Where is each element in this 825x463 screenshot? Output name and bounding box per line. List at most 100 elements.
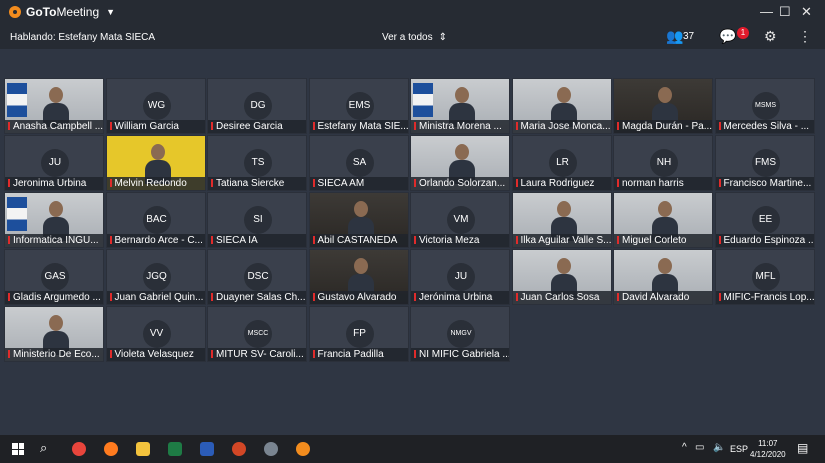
participant-tile[interactable]: JU Jerónima Urbina — [410, 249, 510, 305]
participant-tile[interactable]: Orlando Solorzan... — [410, 135, 510, 191]
participant-tile[interactable]: NH norman harris — [613, 135, 713, 191]
participant-tile[interactable]: GAS Gladis Argumedo ... — [4, 249, 104, 305]
windows-start-icon[interactable] — [12, 443, 24, 455]
participant-avatar: VV — [142, 320, 171, 348]
participant-name: Informatica INGU... — [5, 234, 103, 247]
participant-tile[interactable]: David Alvarado — [613, 249, 713, 305]
participant-name: Francia Padilla — [309, 348, 408, 361]
system-clock[interactable]: 11:07 4/12/2020 — [750, 438, 786, 460]
participant-tile[interactable]: EE Eduardo Espinoza ... — [714, 192, 815, 248]
participant-name: Francisco Martine... — [715, 177, 814, 190]
chat-icon[interactable]: 💬 — [719, 28, 736, 45]
participant-tile[interactable]: EMS Estefany Mata SIE... — [308, 78, 409, 134]
participant-tile[interactable]: Ilka Aguilar Valle S... — [511, 192, 612, 248]
participant-tile[interactable]: NMGV NI MIFIC Gabriela ... — [410, 306, 510, 362]
view-all-button[interactable]: Ver a todos ⇕ — [382, 32, 447, 43]
participant-tile[interactable]: DSC Duayner Salas Ch... — [207, 249, 307, 305]
notifications-icon[interactable]: ▤ — [797, 441, 808, 455]
participant-name: Desiree Garcia — [208, 120, 306, 133]
participant-name: Ilka Aguilar Valle S... — [512, 234, 611, 247]
participant-tile[interactable]: JU Jeronima Urbina — [4, 135, 104, 191]
volume-icon[interactable]: 🔈 — [713, 442, 725, 453]
participant-tile[interactable]: DG Desiree Garcia — [207, 78, 307, 134]
participant-tile[interactable]: MSCC MITUR SV- Caroli... — [207, 306, 307, 362]
participant-name: Orlando Solorzan... — [411, 177, 509, 190]
search-icon[interactable]: ⌕ — [40, 440, 47, 456]
app-title-regular: Meeting — [56, 5, 100, 19]
participant-avatar: MSCC — [244, 320, 272, 348]
firefox-icon[interactable] — [104, 442, 118, 456]
file-explorer-icon[interactable] — [136, 442, 150, 456]
up-down-arrows-icon: ⇕ — [438, 32, 447, 43]
participant-tile[interactable]: BAC Bernardo Arce - C... — [105, 192, 206, 248]
chevron-up-icon[interactable]: ^ — [682, 442, 687, 453]
participant-tile[interactable]: LR Laura Rodriguez — [511, 135, 612, 191]
participant-tile[interactable]: MFL MIFIC-Francis Lop... — [714, 249, 815, 305]
participant-tile[interactable]: Ministerio De Eco... — [4, 306, 104, 362]
participant-name: Juan Carlos Sosa — [512, 291, 611, 304]
word-icon[interactable] — [200, 442, 214, 456]
participant-tile[interactable]: SA SIECA AM — [308, 135, 409, 191]
participant-tile[interactable]: Gustavo Alvarado — [308, 249, 409, 305]
participant-avatar: GAS — [41, 263, 69, 291]
participant-avatar: MSMS — [751, 92, 780, 120]
participant-tile[interactable]: VV Violeta Velasquez — [105, 306, 206, 362]
minimize-button[interactable]: — — [760, 4, 773, 19]
participant-tile[interactable]: Maria Jose Monca... — [511, 78, 612, 134]
participant-avatar: BAC — [142, 206, 171, 234]
app-logo-menu[interactable]: GoToMeeting ▼ — [8, 5, 115, 19]
participant-tile[interactable]: FMS Francisco Martine... — [714, 135, 815, 191]
participant-name: MIFIC-Francis Lop... — [715, 291, 814, 304]
participant-name: Gladis Argumedo ... — [5, 291, 103, 304]
participant-tile[interactable]: Magda Durán - Pa... — [613, 78, 713, 134]
participant-name: Violeta Velasquez — [106, 348, 205, 361]
participant-name: Abil CASTANEDA — [309, 234, 408, 247]
participant-name: Victoria Meza — [411, 234, 509, 247]
clock-date: 4/12/2020 — [750, 450, 786, 459]
participant-tile[interactable]: FP Francia Padilla — [308, 306, 409, 362]
participant-avatar: SI — [244, 206, 272, 234]
participant-name: Estefany Mata SIE... — [309, 120, 408, 133]
participant-name: Laura Rodriguez — [512, 177, 611, 190]
participant-tile[interactable]: Abil CASTANEDA — [308, 192, 409, 248]
language-indicator[interactable]: ESP — [730, 444, 748, 454]
gotomeeting-taskbar-icon[interactable] — [296, 442, 310, 456]
participant-avatar: DSC — [244, 263, 272, 291]
network-icon[interactable]: ▭ — [695, 442, 704, 453]
app-icon[interactable] — [264, 442, 278, 456]
close-button[interactable]: ✕ — [801, 4, 812, 20]
excel-icon[interactable] — [168, 442, 182, 456]
participant-tile[interactable]: SI SIECA IA — [207, 192, 307, 248]
participant-tile[interactable]: Miguel Corleto — [613, 192, 713, 248]
participant-name: Miguel Corleto — [614, 234, 712, 247]
clock-time: 11:07 — [758, 439, 778, 448]
participant-avatar: MFL — [751, 263, 780, 291]
participant-name: Juan Gabriel Quin... — [106, 291, 205, 304]
participants-icon[interactable]: 👥 — [666, 28, 683, 45]
powerpoint-icon[interactable] — [232, 442, 246, 456]
participant-tile[interactable]: Anasha Campbell ... — [4, 78, 104, 134]
chrome-icon[interactable] — [72, 442, 86, 456]
app-title-bold: GoTo — [26, 5, 57, 19]
settings-gear-icon[interactable]: ⚙ — [764, 28, 777, 45]
participant-grid: Anasha Campbell ... WG William Garcia DG Des… — [4, 78, 816, 364]
participant-tile[interactable]: VM Victoria Meza — [410, 192, 510, 248]
participant-tile[interactable]: Ministra Morena ... — [410, 78, 510, 134]
participant-name: Ministerio De Eco... — [5, 348, 103, 361]
more-options-icon[interactable]: ⋮ — [798, 28, 812, 45]
participant-count: 37 — [683, 31, 695, 42]
participant-name: Tatiana Siercke — [208, 177, 306, 190]
participant-name: Anasha Campbell ... — [5, 120, 103, 133]
participant-avatar: JU — [41, 149, 69, 177]
participant-avatar: FMS — [751, 149, 780, 177]
participant-tile[interactable]: Informatica INGU... — [4, 192, 104, 248]
participant-tile[interactable]: Juan Carlos Sosa — [511, 249, 612, 305]
participant-tile[interactable]: TS Tatiana Siercke — [207, 135, 307, 191]
participant-tile[interactable]: MSMS Mercedes Silva - ... — [714, 78, 815, 134]
participant-tile[interactable]: Melvin Redondo — [105, 135, 206, 191]
participant-tile[interactable]: WG William Garcia — [105, 78, 206, 134]
maximize-button[interactable]: ☐ — [779, 4, 791, 20]
participant-name: Duayner Salas Ch... — [208, 291, 306, 304]
participant-tile[interactable]: JGQ Juan Gabriel Quin... — [105, 249, 206, 305]
view-all-label: Ver a todos — [382, 32, 433, 43]
